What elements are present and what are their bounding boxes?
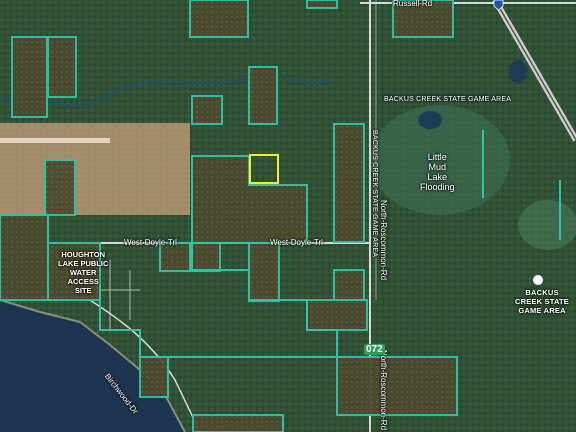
pond [509,60,527,84]
map-view[interactable]: West-Doyle-Trl West-Doyle-Trl Russell-Rd… [0,0,576,432]
area-label-public-access: HOUGHTON LAKE PUBLIC WATER ACCESS SITE [58,250,109,295]
wetland-area-east [518,200,576,250]
route-marker: 072 [364,344,385,355]
pond [418,111,442,129]
area-label-backus-east: BACKUS CREEK STATE GAME AREA [515,288,570,315]
area-label-backus-vertical: BACKUS CREEK STATE GAME AREA [371,130,378,258]
map-base [0,0,576,432]
highway-shield-icon [493,0,504,10]
road-label-north-roscommon-2: North-Roscommon-Rd [379,350,388,431]
road-label-west-doyle-2: West-Doyle-Trl [270,238,323,247]
road-label-west-doyle: West-Doyle-Trl [124,238,177,247]
runway [0,138,110,143]
selected-parcel[interactable] [249,154,279,184]
airfield [0,123,190,215]
area-label-backus-north: BACKUS CREEK STATE GAME AREA [384,96,512,103]
area-label-little-mud-lake: Little Mud Lake Flooding [420,152,455,192]
park-icon[interactable] [533,275,543,285]
road-label-russell: Russell-Rd [393,0,433,8]
road-label-north-roscommon: North-Roscommon-Rd [379,200,388,281]
